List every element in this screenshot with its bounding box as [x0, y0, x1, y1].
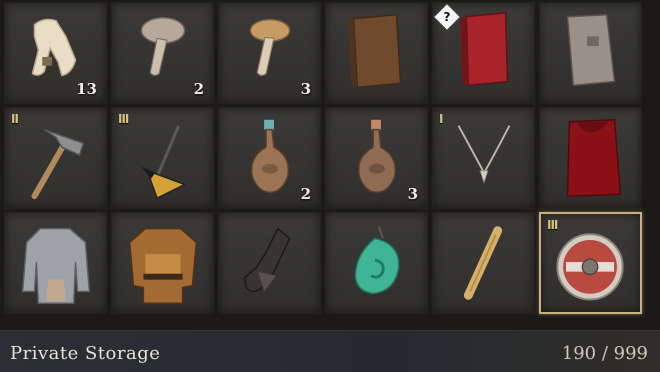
inventory-slot-grey-book[interactable] [539, 2, 642, 104]
tier-marker: I [439, 112, 444, 126]
item-count: 3 [407, 185, 418, 203]
inventory-slot-hammer[interactable]: II [4, 107, 107, 209]
tier-marker: III [118, 112, 129, 126]
necklace-icon [457, 125, 511, 185]
storage-footer: Private Storage 190 / 999 [0, 330, 660, 372]
inventory-slot-gauntlet[interactable] [218, 212, 321, 314]
hammer-icon [31, 128, 85, 200]
inventory-slot-red-cloak[interactable] [539, 107, 642, 209]
item-count: 13 [76, 80, 97, 98]
inventory-slot-scarf[interactable]: 13 [4, 2, 107, 104]
scroll-icon [463, 226, 503, 300]
inventory-slot-jade-pendant[interactable] [325, 212, 428, 314]
inventory-slot-round-shield[interactable]: III [539, 212, 642, 314]
gambeson-icon [21, 227, 91, 304]
brown-book-icon [347, 13, 402, 89]
tier-marker: II [11, 112, 19, 126]
grey-book-icon [566, 13, 616, 87]
inventory-slot-necklace[interactable]: I [432, 107, 535, 209]
inventory-slot-red-book[interactable]: ? [432, 2, 535, 104]
tier-marker: III [547, 218, 558, 232]
storage-capacity: 190 / 999 [561, 343, 648, 364]
storage-grid: 13 2 3 ? II III 2 3 I III [4, 2, 642, 314]
inventory-slot-mushroom[interactable]: 2 [111, 2, 214, 104]
gauntlet-icon [243, 227, 291, 293]
item-count: 3 [300, 80, 311, 98]
leather-armor-icon [128, 227, 198, 304]
inventory-slot-potion-flask[interactable]: 3 [325, 107, 428, 209]
item-count: 2 [193, 80, 204, 98]
inventory-slot-brown-book[interactable] [325, 2, 428, 104]
inventory-slot-scroll[interactable] [432, 212, 535, 314]
inventory-slot-sickle[interactable]: III [111, 107, 214, 209]
item-count: 2 [300, 185, 311, 203]
storage-title: Private Storage [10, 343, 161, 364]
inventory-slot-tan-mushroom[interactable]: 3 [218, 2, 321, 104]
jade-pendant-icon [354, 226, 400, 295]
inventory-slot-leather-armor[interactable] [111, 212, 214, 314]
red-cloak-icon [566, 118, 622, 197]
inventory-slot-gambeson[interactable] [4, 212, 107, 314]
inventory-slot-potion-flask[interactable]: 2 [218, 107, 321, 209]
